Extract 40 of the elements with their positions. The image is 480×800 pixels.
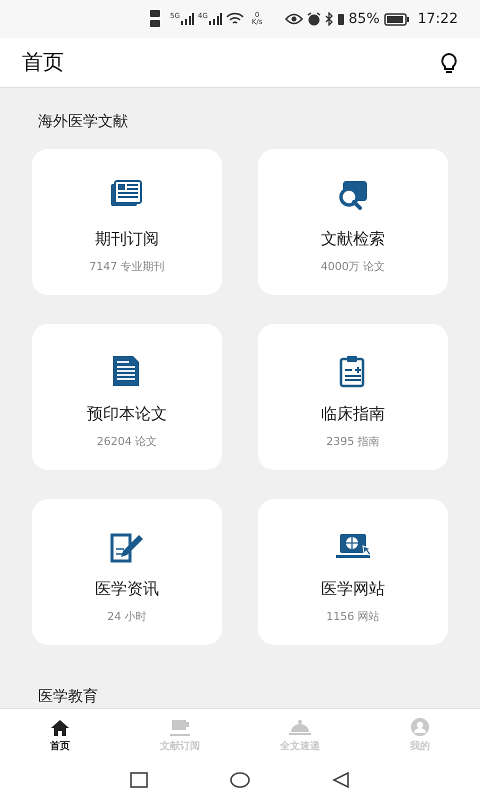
user-icon (409, 717, 431, 737)
card-title: 医学资讯 (95, 578, 159, 600)
card-title: 临床指南 (321, 402, 385, 424)
alarm-icon (306, 12, 321, 26)
lightbulb-icon[interactable] (440, 52, 458, 74)
card-subtitle: 24 小时 (107, 608, 147, 624)
feature-card[interactable]: 临床指南 2395 指南 (258, 324, 448, 470)
card-title: 医学网站 (321, 578, 385, 600)
battery-level: 85% (348, 10, 380, 28)
feature-card[interactable]: 预印本论文 26204 论文 (32, 324, 222, 470)
feature-card[interactable]: 文献检索 4000万 论文 (258, 148, 448, 294)
cloche-icon (289, 717, 311, 737)
nav-tab[interactable]: 首页 (0, 709, 120, 760)
signal-icon (208, 13, 222, 25)
clock: 17:22 (418, 10, 458, 28)
feature-card[interactable]: 医学资讯 24 小时 (32, 498, 222, 644)
page-title: 首页 (22, 48, 64, 76)
eye-icon (284, 13, 303, 25)
section-title: 医学教育 (38, 686, 99, 706)
battery-saver-icon (336, 12, 345, 26)
home-icon (49, 717, 71, 737)
back-button[interactable] (331, 771, 351, 789)
feature-card[interactable]: 期刊订阅 7147 专业期刊 (32, 148, 222, 294)
card-subtitle: 2395 指南 (326, 434, 380, 450)
wifi-icon (226, 12, 244, 26)
card-subtitle: 7147 专业期刊 (89, 258, 165, 274)
bluetooth-icon (324, 12, 333, 26)
battery-icon (384, 12, 410, 26)
recents-button[interactable] (129, 771, 149, 789)
card-subtitle: 4000万 论文 (320, 258, 386, 274)
card-subtitle: 26204 论文 (96, 434, 158, 450)
cup-icon (169, 717, 191, 737)
card-title: 预印本论文 (87, 402, 167, 424)
card-title: 文献检索 (321, 228, 385, 250)
card-subtitle: 1156 网站 (326, 608, 380, 624)
feature-card[interactable]: 医学网站 1156 网站 (258, 498, 448, 644)
section-title: 海外医学文献 (38, 111, 129, 132)
signal-icon (180, 13, 194, 25)
card-title: 期刊订阅 (95, 228, 159, 250)
home-button[interactable] (229, 771, 251, 789)
